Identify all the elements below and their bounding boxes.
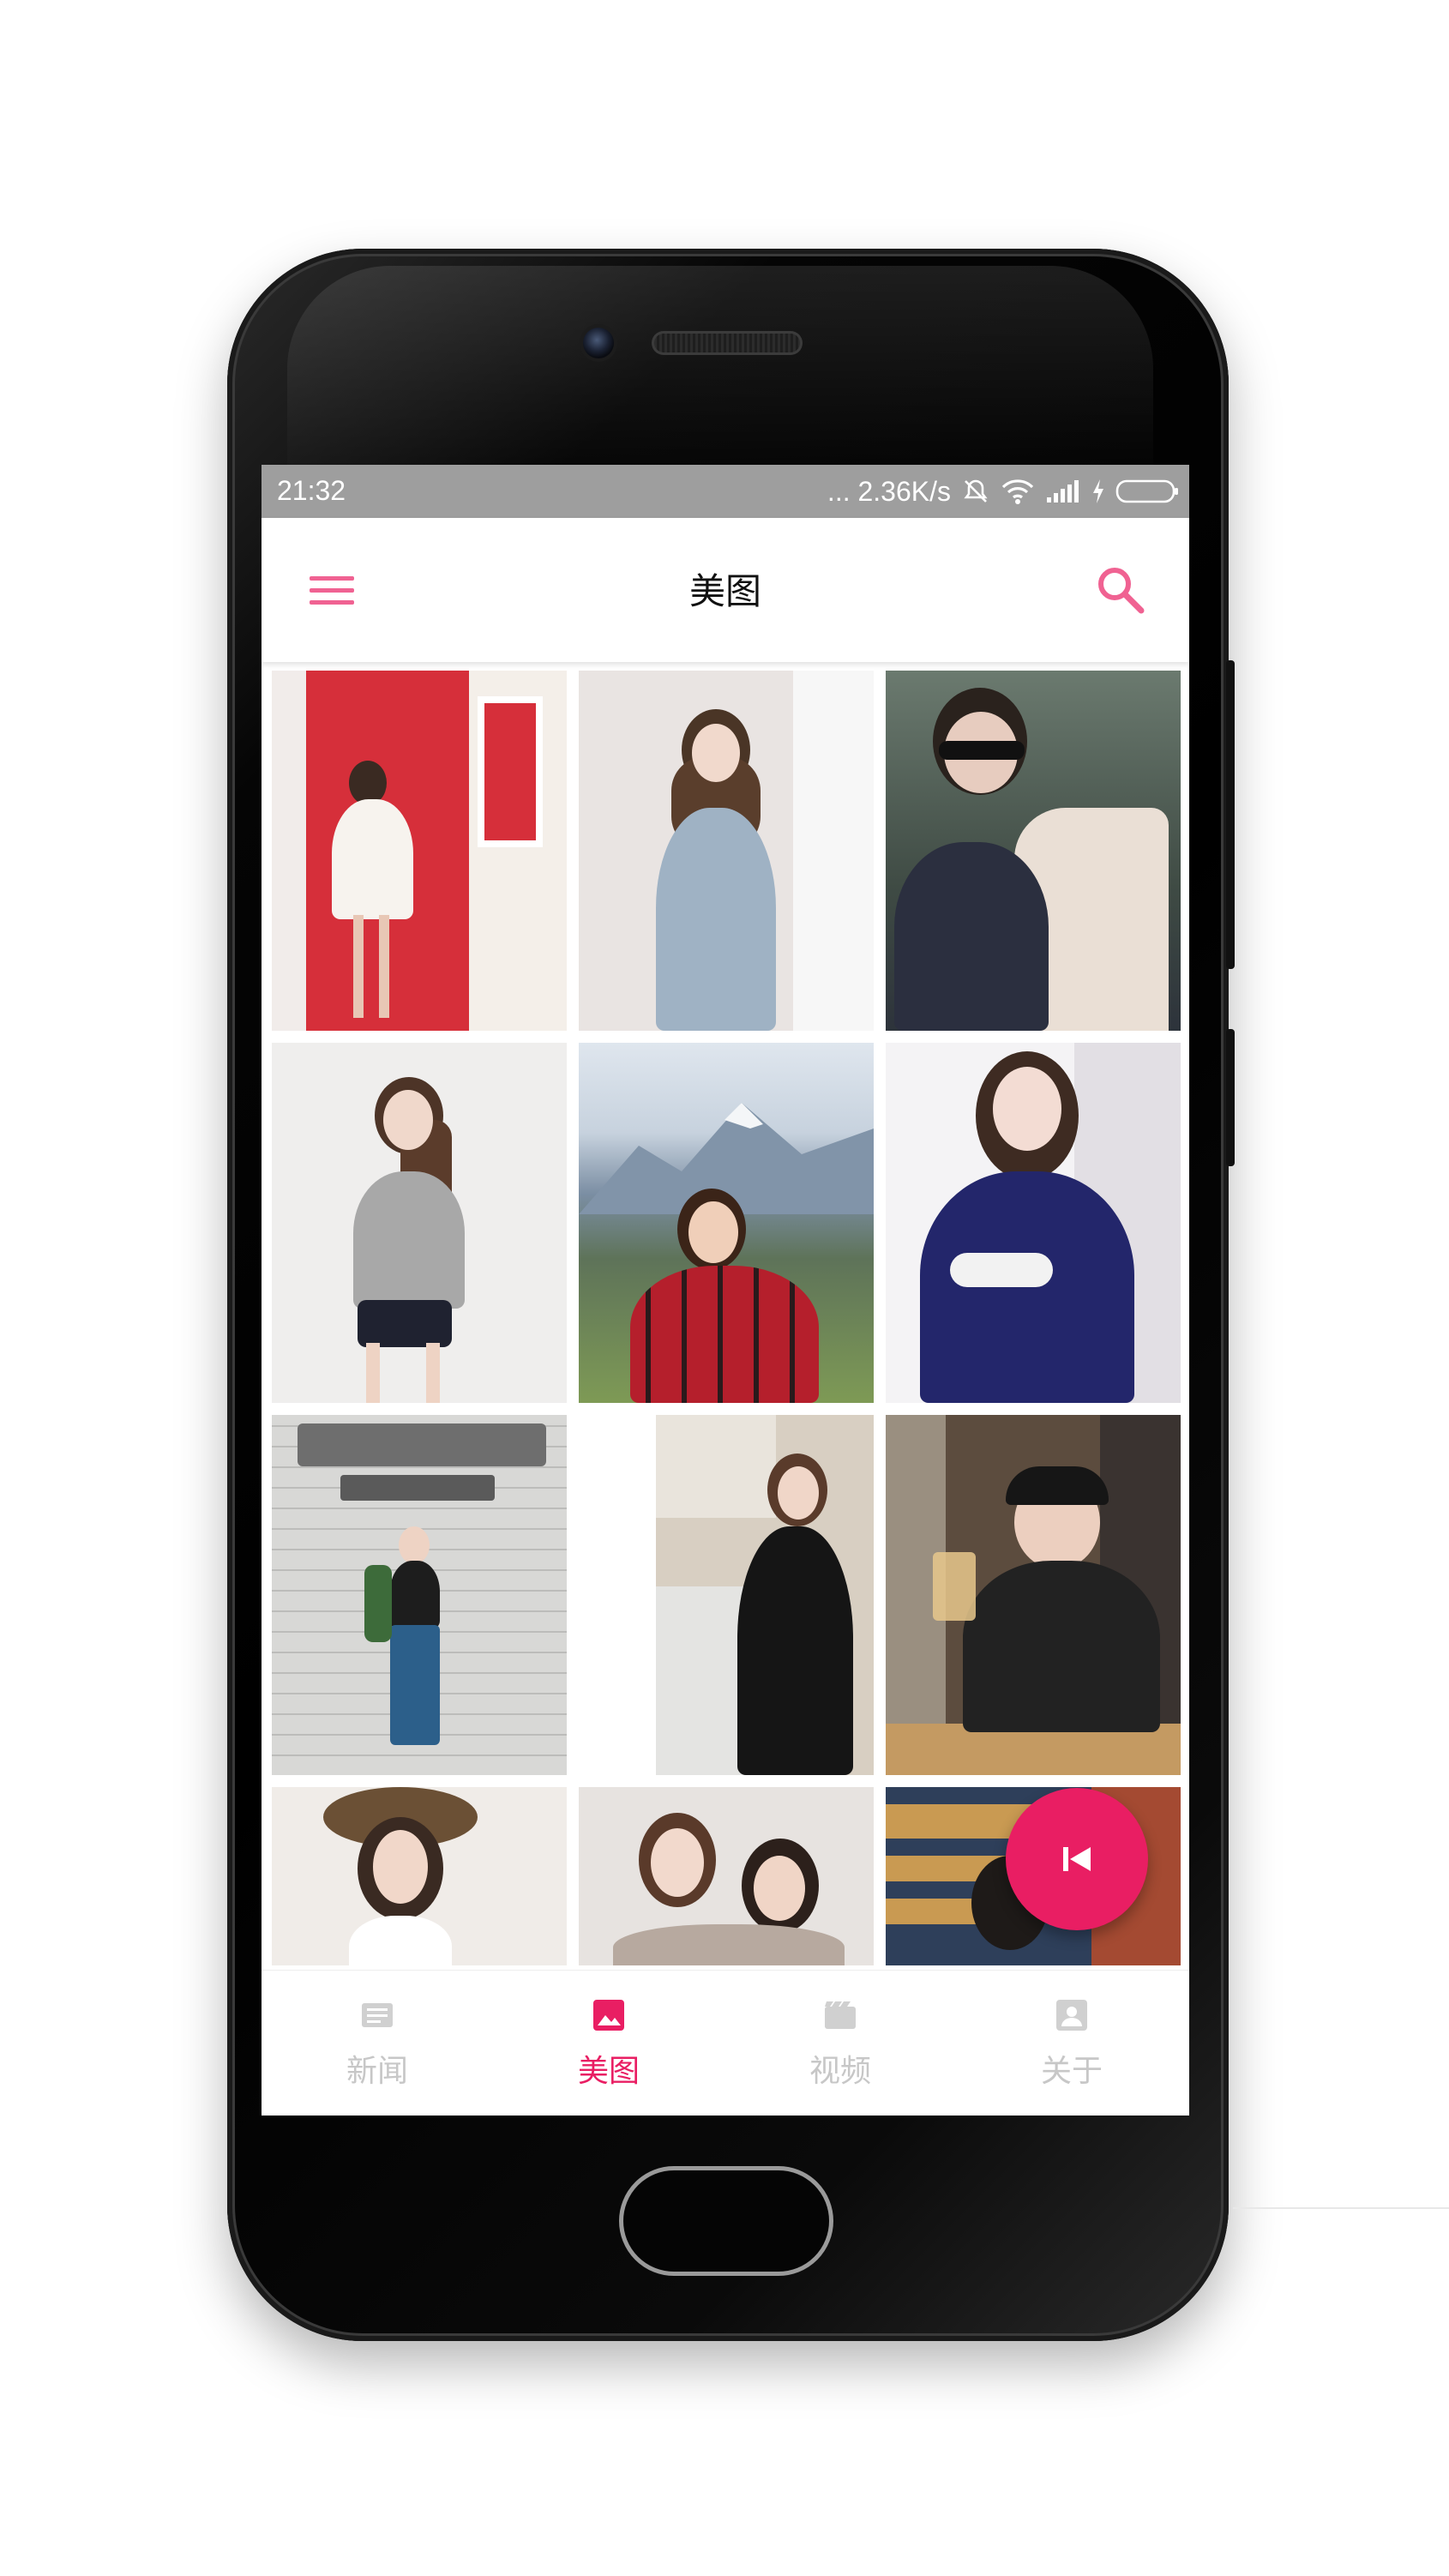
photo-tile[interactable] (272, 1787, 567, 1965)
bottom-navigation: 新闻 美图 视频 关于 (262, 1970, 1189, 2116)
news-icon (362, 2003, 393, 2027)
photo-grid (272, 671, 1181, 1965)
photo-tile[interactable] (272, 1043, 567, 1403)
search-icon[interactable] (1093, 563, 1148, 617)
app-screen: 21:32 ... 2.36K/s 美图 新闻 美图 视频 关于 (262, 465, 1189, 2116)
front-camera (583, 328, 614, 358)
nav-label-about: 关于 (1040, 2054, 1103, 2089)
page-title: 美图 (688, 570, 761, 612)
volume-button (1226, 660, 1235, 969)
battery-icon (1115, 479, 1178, 503)
home-button[interactable] (619, 2166, 833, 2276)
status-bar: 21:32 ... 2.36K/s (262, 465, 1189, 518)
divider-line (1233, 2207, 1449, 2209)
nav-label-gallery: 美图 (577, 2054, 640, 2089)
photo-tile[interactable] (272, 671, 567, 1031)
nav-item-about[interactable]: 关于 (956, 1971, 1187, 2116)
photo-tile[interactable] (272, 1415, 567, 1775)
wifi-icon (1001, 479, 1034, 504)
charging-icon (1093, 479, 1103, 503)
status-icons: ... 2.36K/s (827, 473, 1179, 509)
photo-tile[interactable] (579, 1787, 874, 1965)
previous-fab[interactable] (1006, 1788, 1148, 1930)
power-button (1226, 1029, 1235, 1166)
signal-icon (1047, 480, 1079, 503)
photo-tile[interactable] (886, 671, 1181, 1031)
image-icon (593, 2000, 624, 2031)
nav-label-news: 新闻 (346, 2054, 408, 2089)
photo-tile[interactable] (579, 1415, 874, 1775)
photo-tile[interactable] (886, 1415, 1181, 1775)
profile-icon (1056, 2000, 1087, 2031)
nav-item-video[interactable]: 视频 (724, 1971, 956, 2116)
mute-icon (964, 479, 988, 503)
nav-label-video: 视频 (809, 2054, 871, 2089)
video-icon (825, 2001, 856, 2029)
network-speed: ... 2.36K/s (827, 475, 951, 507)
earpiece-speaker (652, 331, 803, 355)
phone-glare (287, 266, 1153, 489)
status-time: 21:32 (277, 475, 346, 506)
photo-tile[interactable] (886, 1043, 1181, 1403)
skip-previous-icon (1063, 1847, 1091, 1871)
nav-item-news[interactable]: 新闻 (262, 1971, 493, 2116)
app-bar: 美图 (262, 518, 1189, 662)
nav-item-gallery[interactable]: 美图 (493, 1971, 724, 2116)
photo-tile[interactable] (579, 671, 874, 1031)
photo-tile[interactable] (579, 1043, 874, 1403)
